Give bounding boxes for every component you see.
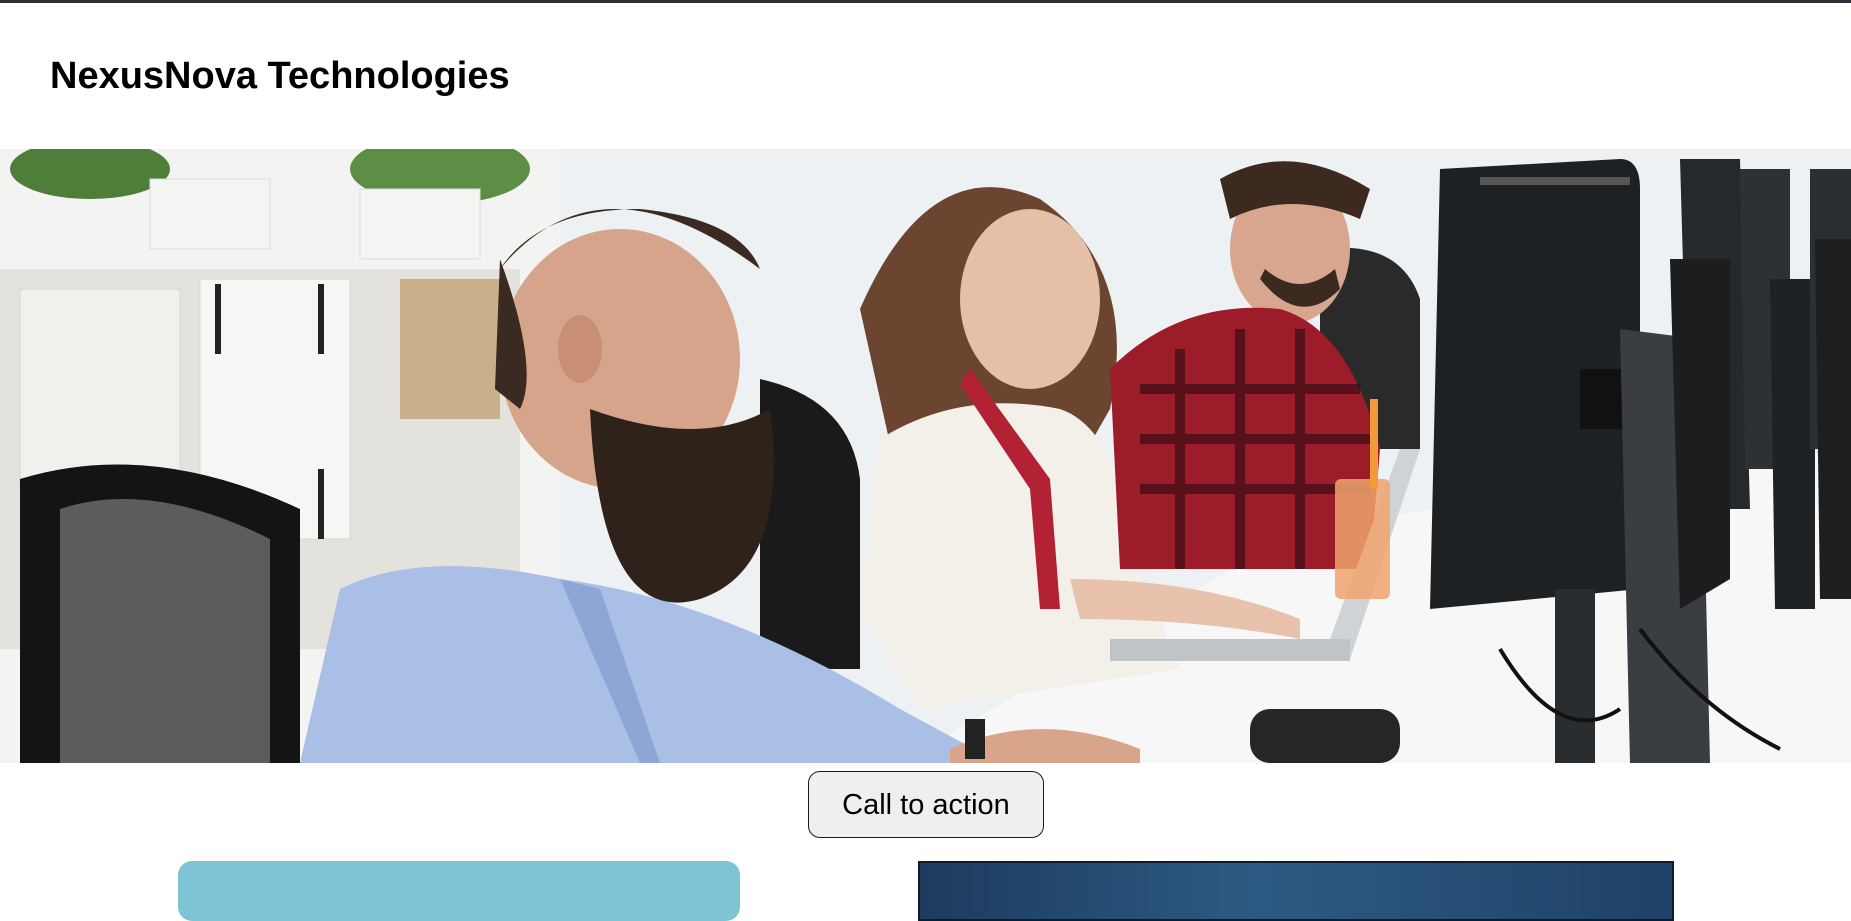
top-border [0,0,1851,3]
call-to-action-button[interactable]: Call to action [808,771,1044,838]
site-title: NexusNova Technologies [50,55,510,97]
hero-image [0,149,1851,763]
feature-card-right [918,861,1674,921]
feature-card-left [178,861,740,921]
